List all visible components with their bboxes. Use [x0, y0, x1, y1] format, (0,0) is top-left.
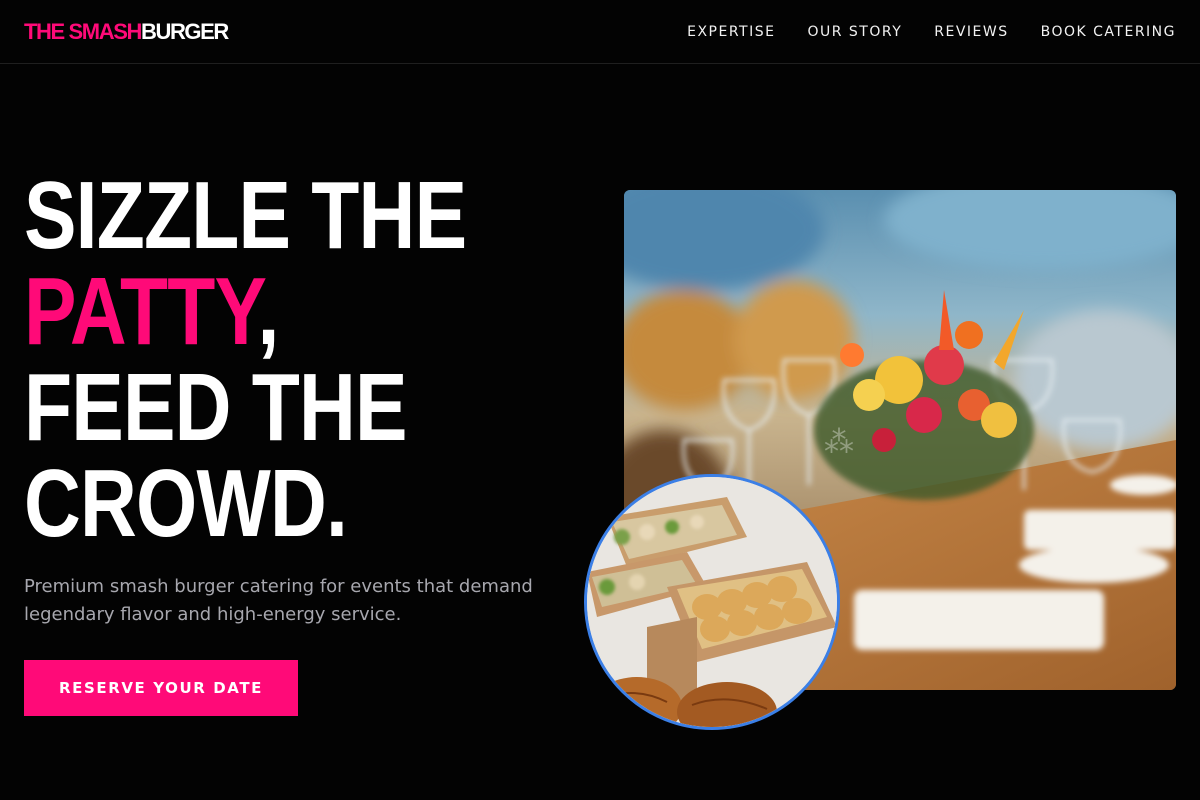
watermark-graphic: ⁂	[824, 425, 854, 460]
headline-line-1: SIZZLE THE	[24, 162, 467, 269]
hero-subtitle: Premium smash burger catering for events…	[24, 576, 533, 625]
headline-comma: ,	[257, 258, 280, 365]
headline-highlight: PATTY	[24, 258, 258, 365]
boxed-sandwiches-photo	[584, 474, 840, 730]
hero-headline: SIZZLE THE PATTY, FEED THE CROWD.	[24, 168, 544, 552]
nav-link-book-catering[interactable]: BOOK CATERING	[1041, 22, 1176, 42]
brand-logo[interactable]: THE SMASHBURGER	[24, 19, 229, 45]
nav-links: EXPERTISE OUR STORY REVIEWS BOOK CATERIN…	[687, 22, 1176, 42]
nav-link-reviews[interactable]: REVIEWS	[934, 22, 1008, 42]
brand-logo-accent: THE SMASH	[24, 19, 142, 44]
reserve-date-button[interactable]: RESERVE YOUR DATE	[24, 660, 298, 716]
top-navigation: THE SMASHBURGER EXPERTISE OUR STORY REVI…	[0, 0, 1200, 64]
brand-logo-rest: BURGER	[140, 19, 229, 44]
nav-link-expertise[interactable]: EXPERTISE	[687, 22, 775, 42]
nav-link-our-story[interactable]: OUR STORY	[807, 22, 902, 42]
headline-line-2: PATTY,	[24, 264, 450, 360]
boxed-sandwiches-illustration	[587, 477, 837, 727]
headline-line-3: FEED THE	[24, 354, 408, 461]
headline-line-4: CROWD.	[24, 450, 348, 557]
